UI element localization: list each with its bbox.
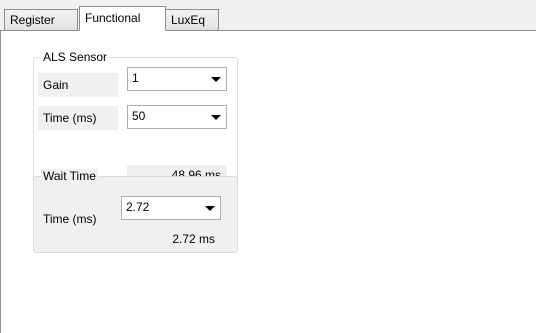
tab-luxeq[interactable]: LuxEq: [165, 9, 219, 30]
chevron-down-icon[interactable]: [211, 77, 221, 82]
chevron-down-icon[interactable]: [211, 115, 221, 120]
wait-time-readout: 2.72 ms: [172, 232, 215, 246]
als-sensor-group: ALS Sensor Gain 1 Time (ms) 50 48.96 ms: [33, 50, 238, 187]
als-time-label: Time (ms): [38, 106, 118, 130]
als-time-select[interactable]: 50: [127, 105, 227, 129]
als-sensor-title: ALS Sensor: [41, 50, 110, 64]
tab-register[interactable]: Register: [4, 9, 78, 30]
wait-time-title: Wait Time: [41, 169, 98, 183]
tab-functional[interactable]: Functional: [79, 6, 166, 31]
als-time-select-value: 50: [132, 109, 146, 123]
gain-label: Gain: [38, 73, 118, 97]
wait-time-group: Wait Time Time (ms) 2.72 2.72 ms: [33, 169, 238, 253]
wait-time-select-value: 2.72: [126, 200, 150, 214]
chevron-down-icon[interactable]: [205, 206, 215, 211]
wait-time-select[interactable]: 2.72: [121, 196, 221, 220]
gain-select-value: 1: [132, 71, 139, 85]
wait-time-label: Time (ms): [43, 212, 97, 226]
tab-panel-functional: ALS Sensor Gain 1 Time (ms) 50 48.96 ms …: [0, 30, 536, 333]
gain-select[interactable]: 1: [127, 67, 227, 91]
